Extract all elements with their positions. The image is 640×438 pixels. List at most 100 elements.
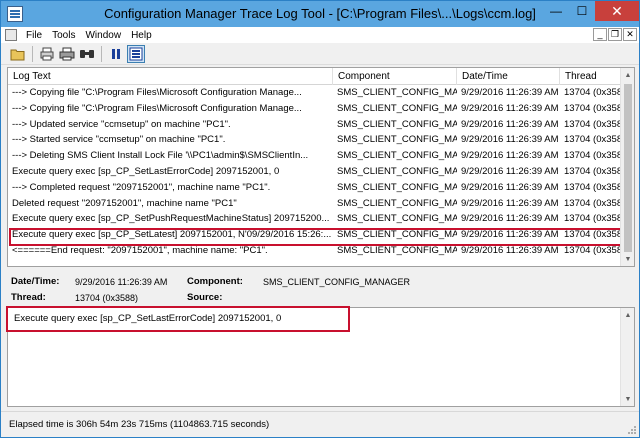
date-time-cell: 9/29/2016 11:26:39 AM — [461, 229, 559, 241]
thread-cell: 13704 (0x3588) — [564, 229, 622, 241]
table-row[interactable]: <======End request: "2097152001", machin… — [8, 243, 622, 259]
table-row[interactable]: Execute query exec [sp_CP_SetLatest] 209… — [8, 227, 622, 243]
component-cell: SMS_CLIENT_CONFIG_MAN — [337, 197, 457, 209]
menu-tools-label: Tools — [52, 29, 76, 41]
mdi-restore-button[interactable]: ❐ — [608, 28, 622, 41]
table-row[interactable]: Deleted request "2097152001", machine na… — [8, 196, 622, 212]
datetime-value: 9/29/2016 11:26:39 AM — [75, 277, 168, 287]
maximize-button[interactable]: ☐ — [569, 1, 595, 21]
column-thread[interactable]: Thread — [560, 68, 622, 85]
thread-cell: 13704 (0x3588) — [564, 150, 622, 162]
component-cell: SMS_CLIENT_CONFIG_MAN — [337, 181, 457, 193]
scroll-thumb[interactable] — [624, 84, 632, 252]
log-text-cell: Execute query exec [sp_CP_SetLastErrorCo… — [12, 165, 280, 177]
document-icon[interactable] — [5, 29, 17, 41]
log-text-cell: Execute query exec [sp_CP_SetPushRequest… — [12, 213, 330, 225]
message-pane[interactable]: Execute query exec [sp_CP_SetLastErrorCo… — [6, 306, 635, 407]
column-component[interactable]: Component — [333, 68, 457, 85]
date-time-cell: 9/29/2016 11:26:39 AM — [461, 181, 559, 193]
table-row[interactable]: ---> Updated service "ccmsetup" on machi… — [8, 117, 622, 133]
thread-cell: 13704 (0x3588) — [564, 118, 622, 130]
mdi-minimize-button[interactable]: _ — [593, 28, 607, 41]
component-cell: SMS_CLIENT_CONFIG_MAN — [337, 165, 457, 177]
table-row[interactable]: Execute query exec [sp_CP_SetLastErrorCo… — [8, 164, 622, 180]
title-bar[interactable]: Configuration Manager Trace Log Tool - [… — [1, 1, 639, 27]
print-preview-button[interactable] — [38, 45, 56, 63]
menu-help-label: Help — [131, 29, 152, 41]
scroll-up-icon[interactable]: ▲ — [621, 68, 634, 82]
thread-value: 13704 (0x3588) — [75, 293, 139, 303]
toolbar-separator — [32, 45, 33, 62]
mdi-close-button[interactable]: ✕ — [623, 28, 637, 41]
toolbar — [1, 43, 639, 65]
toolbar-separator — [101, 45, 102, 62]
thread-cell: 13704 (0x3588) — [564, 102, 622, 114]
log-list[interactable]: Log Text Component Date/Time Thread --->… — [7, 67, 635, 267]
source-label: Source: — [187, 292, 223, 303]
table-row[interactable]: ---> Started service "ccmsetup" on machi… — [8, 132, 622, 148]
component-cell: SMS_CLIENT_CONFIG_MAN — [337, 244, 457, 256]
datetime-label: Date/Time: — [11, 276, 60, 287]
menu-file[interactable]: File — [21, 30, 47, 41]
column-log-text[interactable]: Log Text — [8, 68, 333, 85]
find-button[interactable] — [78, 45, 96, 63]
log-text-cell: Deleted request "2097152001", machine na… — [12, 197, 237, 209]
open-icon — [10, 49, 25, 60]
menu-file-label: File — [26, 29, 43, 41]
table-row[interactable]: ---> Deleting SMS Client Install Lock Fi… — [8, 148, 622, 164]
log-text-cell: ---> Copying file "C:\Program Files\Micr… — [12, 87, 302, 98]
scroll-down-icon[interactable]: ▼ — [621, 392, 635, 406]
log-text-cell: Execute query exec [sp_CP_SetLatest] 209… — [12, 229, 332, 241]
message-highlight — [6, 306, 350, 332]
minimize-button[interactable]: — — [543, 1, 569, 21]
resize-grip-icon[interactable] — [627, 425, 637, 435]
date-time-cell: 9/29/2016 11:26:39 AM — [461, 165, 559, 177]
date-time-cell: 9/29/2016 11:26:39 AM — [461, 87, 559, 98]
scroll-up-icon[interactable]: ▲ — [621, 308, 635, 322]
pause-button[interactable] — [107, 45, 125, 63]
component-value: SMS_CLIENT_CONFIG_MANAGER — [263, 277, 411, 287]
close-button[interactable]: ✕ — [595, 1, 639, 21]
thread-cell: 13704 (0x3588) — [564, 213, 622, 225]
menu-window[interactable]: Window — [80, 30, 126, 41]
print-button[interactable] — [58, 45, 76, 63]
log-text-cell: ---> Deleting SMS Client Install Lock Fi… — [12, 150, 309, 162]
log-vertical-scrollbar[interactable]: ▲ ▼ — [620, 68, 634, 266]
thread-cell: 13704 (0x3588) — [564, 134, 622, 146]
menu-bar: File Tools Window Help _ ❐ ✕ — [1, 27, 639, 43]
printer-icon — [59, 47, 75, 60]
table-row[interactable]: Execute query exec [sp_CP_SetPushRequest… — [8, 211, 622, 227]
open-button[interactable] — [9, 45, 27, 63]
column-date-time[interactable]: Date/Time — [457, 68, 560, 85]
log-text-cell: ---> Completed request "2097152001", mac… — [12, 181, 271, 193]
date-time-cell: 9/29/2016 11:26:39 AM — [461, 197, 559, 209]
scroll-down-icon[interactable]: ▼ — [621, 252, 634, 266]
menu-help[interactable]: Help — [126, 30, 157, 41]
menu-tools[interactable]: Tools — [47, 30, 80, 41]
log-rows: ---> Copying file "C:\Program Files\Micr… — [8, 85, 622, 259]
component-cell: SMS_CLIENT_CONFIG_MAN — [337, 150, 457, 162]
date-time-cell: 9/29/2016 11:26:39 AM — [461, 150, 559, 162]
thread-cell: 13704 (0x3588) — [564, 165, 622, 177]
component-cell: SMS_CLIENT_CONFIG_MAN — [337, 87, 457, 98]
message-vertical-scrollbar[interactable]: ▲ ▼ — [620, 308, 634, 406]
pause-icon — [112, 48, 120, 59]
thread-cell: 13704 (0x3588) — [564, 87, 622, 98]
component-cell: SMS_CLIENT_CONFIG_MAN — [337, 229, 457, 241]
menu-window-label: Window — [85, 29, 122, 41]
component-cell: SMS_CLIENT_CONFIG_MAN — [337, 134, 457, 146]
table-row[interactable]: ---> Copying file "C:\Program Files\Micr… — [8, 101, 622, 117]
print-icon — [40, 47, 54, 60]
elapsed-time-status: Elapsed time is 306h 54m 23s 715ms (1104… — [9, 419, 270, 430]
log-text-cell: ---> Updated service "ccmsetup" on machi… — [12, 118, 231, 130]
mdi-controls: _ ❐ ✕ — [593, 28, 637, 41]
window-controls: — ☐ ✕ — [543, 1, 639, 23]
log-text-cell: <======End request: "2097152001", machin… — [12, 244, 268, 256]
highlight-button[interactable] — [127, 44, 145, 63]
thread-label: Thread: — [11, 292, 46, 303]
table-row[interactable]: ---> Copying file "C:\Program Files\Micr… — [8, 85, 622, 101]
table-row[interactable]: ---> Completed request "2097152001", mac… — [8, 180, 622, 196]
component-label: Component: — [187, 276, 243, 287]
log-text-cell: ---> Started service "ccmsetup" on machi… — [12, 134, 226, 146]
thread-cell: 13704 (0x3588) — [564, 197, 622, 209]
